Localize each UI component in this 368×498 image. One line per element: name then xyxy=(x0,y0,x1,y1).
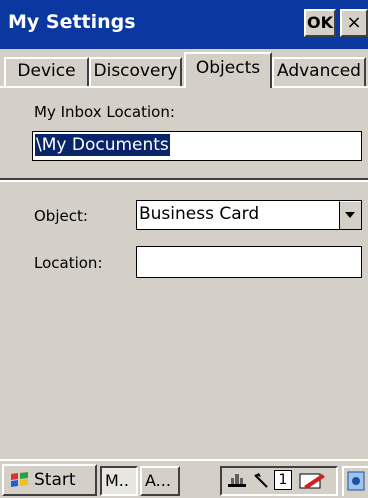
location-label: Location: xyxy=(34,254,103,272)
windows-flag-icon xyxy=(11,472,28,487)
tab-objects[interactable]: Objects xyxy=(184,52,272,88)
object-label: Object: xyxy=(34,207,88,225)
volume-icon[interactable] xyxy=(252,472,270,490)
app-icon xyxy=(347,471,365,491)
inbox-location-value: \My Documents xyxy=(35,134,170,156)
start-button[interactable]: Start xyxy=(2,464,97,496)
separator-highlight xyxy=(0,180,368,182)
dropdown-button[interactable] xyxy=(339,201,361,229)
object-select[interactable]: Business Card xyxy=(136,200,362,230)
tab-discovery[interactable]: Discovery xyxy=(89,57,182,86)
close-button[interactable]: × xyxy=(340,9,368,37)
task-button-my-settings[interactable]: M.. xyxy=(100,466,138,496)
task-button-second-app[interactable]: A... xyxy=(140,466,180,496)
window-title: My Settings xyxy=(8,11,136,33)
tab-advanced[interactable]: Advanced xyxy=(272,57,366,86)
object-selected-value: Business Card xyxy=(139,204,260,224)
start-label: Start xyxy=(34,470,76,490)
chevron-down-icon xyxy=(345,212,355,218)
ok-button[interactable]: OK xyxy=(304,9,336,37)
inbox-location-label: My Inbox Location: xyxy=(34,103,175,121)
desktop-button[interactable] xyxy=(342,466,368,496)
inbox-location-field[interactable]: \My Documents xyxy=(32,131,362,161)
tab-device[interactable]: Device xyxy=(4,57,89,86)
connectivity-icon[interactable] xyxy=(226,472,248,490)
taskbar: Start M.. A... 1 xyxy=(0,459,368,498)
keyboard-icon[interactable] xyxy=(298,472,328,492)
location-field[interactable] xyxy=(136,246,362,278)
input-mode-indicator[interactable]: 1 xyxy=(274,470,292,490)
system-tray: 1 xyxy=(220,466,338,496)
title-bar: My Settings OK × xyxy=(0,0,368,49)
